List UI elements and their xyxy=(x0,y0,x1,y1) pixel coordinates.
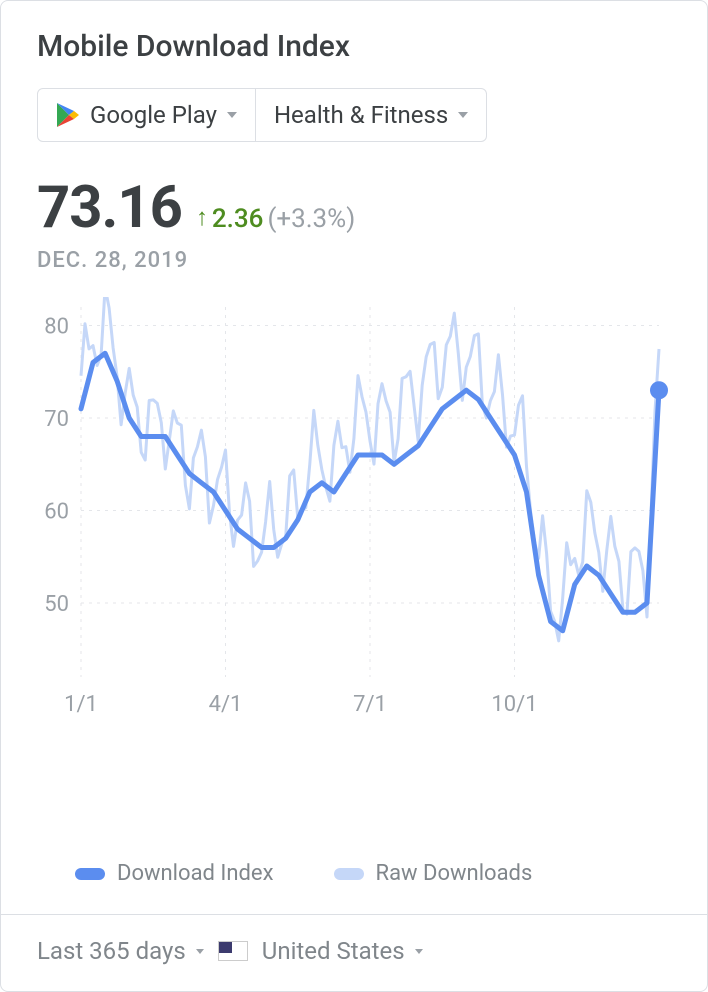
google-play-icon xyxy=(56,102,80,128)
chevron-down-icon xyxy=(196,949,204,954)
card-footer: Last 365 days United States xyxy=(1,914,707,991)
metric-delta-group: ↑ 2.36 (+3.3%) xyxy=(196,204,355,234)
category-dropdown[interactable]: Health & Fitness xyxy=(256,88,487,142)
svg-text:60: 60 xyxy=(44,500,69,525)
download-index-card: Mobile Download Index Google Play Health… xyxy=(0,0,708,992)
metric-summary: 73.16 ↑ 2.36 (+3.3%) xyxy=(37,174,671,242)
legend-item-index: Download Index xyxy=(75,861,274,886)
metric-delta-pct: (+3.3%) xyxy=(267,204,355,234)
legend-item-raw: Raw Downloads xyxy=(334,861,533,886)
card-title: Mobile Download Index xyxy=(37,29,671,64)
legend-swatch-raw xyxy=(334,868,364,880)
store-label: Google Play xyxy=(90,101,217,129)
legend-label: Download Index xyxy=(117,861,274,886)
arrow-up-icon: ↑ xyxy=(196,205,208,229)
date-range-dropdown[interactable]: Last 365 days xyxy=(37,937,204,965)
us-flag-icon xyxy=(218,941,248,961)
svg-text:4/1: 4/1 xyxy=(209,692,243,717)
card-header: Mobile Download Index Google Play Health… xyxy=(1,1,707,297)
category-label: Health & Fitness xyxy=(274,101,448,129)
line-chart: 50 60 70 80 1/1 4/1 7/1 10/1 xyxy=(25,297,673,727)
legend-swatch-index xyxy=(75,868,105,880)
metric-value: 73.16 xyxy=(37,174,182,242)
svg-text:50: 50 xyxy=(44,592,69,617)
filter-button-group: Google Play Health & Fitness xyxy=(37,88,671,142)
chevron-down-icon xyxy=(415,949,423,954)
legend-label: Raw Downloads xyxy=(376,861,533,886)
chart-container: 50 60 70 80 1/1 4/1 7/1 10/1 xyxy=(1,297,707,835)
country-label: United States xyxy=(262,937,405,965)
chevron-down-icon xyxy=(458,112,468,118)
country-dropdown[interactable]: United States xyxy=(262,937,423,965)
chevron-down-icon xyxy=(227,112,237,118)
chart-legend: Download Index Raw Downloads xyxy=(1,835,707,914)
svg-text:10/1: 10/1 xyxy=(491,692,537,717)
store-dropdown[interactable]: Google Play xyxy=(37,88,256,142)
date-range-label: Last 365 days xyxy=(37,937,186,965)
svg-text:7/1: 7/1 xyxy=(353,692,387,717)
svg-text:70: 70 xyxy=(44,407,69,432)
svg-text:80: 80 xyxy=(44,315,69,340)
metric-delta: 2.36 xyxy=(212,204,264,234)
metric-date: DEC. 28, 2019 xyxy=(37,248,671,273)
svg-text:1/1: 1/1 xyxy=(64,692,98,717)
